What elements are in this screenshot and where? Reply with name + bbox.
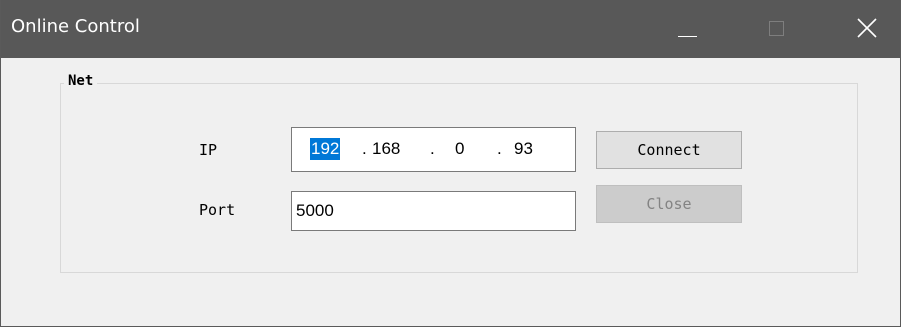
maximize-icon: [769, 21, 784, 36]
ip-dot-1: .: [362, 139, 367, 158]
connect-button[interactable]: Connect: [596, 131, 742, 169]
ip-octet-3[interactable]: 0: [455, 138, 464, 160]
ip-octet-2[interactable]: 168: [372, 138, 400, 160]
net-group-legend: Net: [64, 72, 98, 90]
ip-dot-2: .: [430, 139, 435, 158]
window-title: Online Control: [11, 16, 140, 37]
maximize-button: [746, 0, 808, 58]
online-control-window: Online Control Net IP 192 . 168 . 0 . 93…: [0, 0, 901, 327]
title-bar[interactable]: Online Control: [1, 0, 900, 58]
ip-octet-1[interactable]: 192: [310, 138, 341, 160]
port-input[interactable]: [291, 191, 576, 231]
minimize-icon: [678, 36, 697, 37]
ip-address-field[interactable]: 192 . 168 . 0 . 93: [291, 127, 576, 172]
ip-octet-4[interactable]: 93: [514, 138, 533, 160]
minimize-button[interactable]: [656, 0, 718, 58]
net-groupbox: [60, 83, 858, 273]
ip-dot-3: .: [497, 139, 502, 158]
close-button: Close: [596, 185, 742, 223]
close-icon: [857, 18, 877, 38]
ip-label: IP: [199, 141, 218, 159]
port-label: Port: [199, 201, 236, 219]
close-window-button[interactable]: [837, 0, 899, 58]
